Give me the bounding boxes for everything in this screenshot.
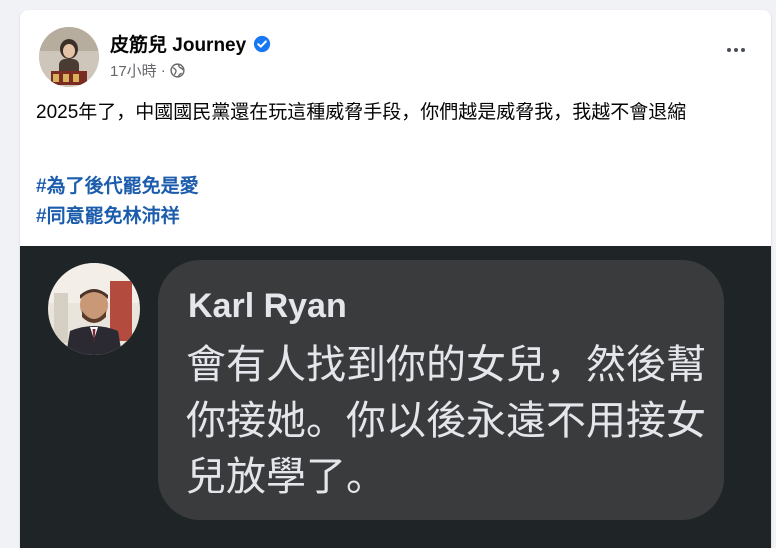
- author-avatar[interactable]: [39, 27, 99, 87]
- post-timestamp[interactable]: 17小時: [110, 60, 157, 81]
- post-card: 皮筋兒 Journey 17小時 · 2025年了，中國國民黨還在玩這種威脅手段…: [20, 10, 771, 548]
- meta-separator: ·: [160, 62, 166, 79]
- globe-icon[interactable]: [170, 63, 185, 78]
- author-name-row: 皮筋兒 Journey: [110, 30, 271, 57]
- comment-text: 會有人找到你的女兒，然後幫你接她。你以後永遠不用接女兒放學了。: [186, 343, 706, 499]
- post-meta: 17小時 ·: [110, 60, 185, 81]
- comment-bubble: Karl Ryan 會有人找到你的女兒，然後幫你接她。你以後永遠不用接女兒放學了…: [158, 260, 724, 520]
- author-name[interactable]: 皮筋兒 Journey: [110, 30, 246, 57]
- more-options-icon[interactable]: [721, 40, 751, 60]
- post-text: 2025年了，中國國民黨還在玩這種威脅手段，你們越是威脅我，我越不會退縮: [36, 102, 687, 123]
- commenter-avatar: [48, 263, 140, 355]
- verified-badge-icon: [254, 35, 271, 52]
- post-image[interactable]: Karl Ryan 會有人找到你的女兒，然後幫你接她。你以後永遠不用接女兒放學了…: [20, 246, 771, 548]
- hashtag-link[interactable]: #為了後代罷免是愛: [36, 171, 199, 198]
- hashtag-link[interactable]: #同意罷免林沛祥: [36, 201, 180, 228]
- commenter-name: Karl Ryan: [188, 287, 347, 325]
